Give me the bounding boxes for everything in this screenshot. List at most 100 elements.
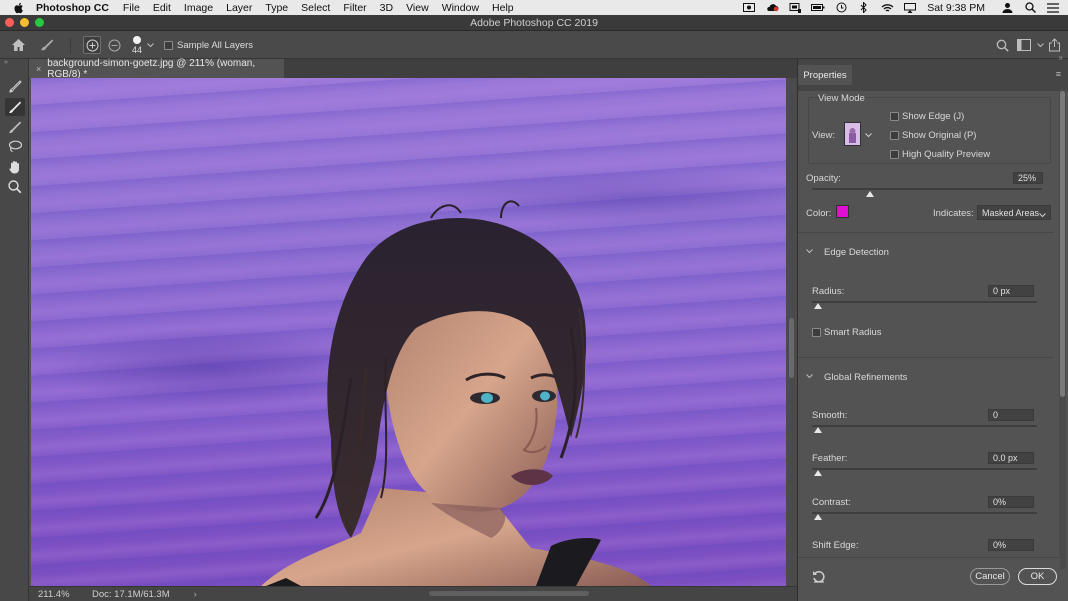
smooth-slider-handle[interactable] (814, 427, 822, 433)
time-machine-icon[interactable] (834, 2, 848, 13)
show-edge-checkbox[interactable] (890, 112, 899, 121)
menu-layer[interactable]: Layer (226, 2, 252, 14)
opacity-slider-handle[interactable] (865, 191, 874, 197)
canvas-scroll-thumb[interactable] (789, 318, 794, 378)
edge-detection-chevron-icon[interactable] (806, 247, 813, 256)
menu-help[interactable]: Help (492, 2, 514, 14)
overlay-color-swatch[interactable] (836, 205, 849, 218)
document-canvas[interactable] (31, 78, 786, 586)
screen-record-icon[interactable] (742, 2, 756, 13)
menu-edit[interactable]: Edit (153, 2, 171, 14)
menu-bar: Photoshop CC File Edit Image Layer Type … (0, 0, 1068, 15)
menu-app-name[interactable]: Photoshop CC (36, 2, 109, 14)
cancel-button[interactable]: Cancel (970, 568, 1010, 585)
zoom-tool-icon[interactable] (5, 178, 25, 196)
tab-properties[interactable]: Properties (798, 65, 852, 85)
creative-cloud-icon[interactable] (765, 2, 779, 13)
collapse-tools-icon[interactable]: » (4, 59, 8, 66)
shift-edge-value-field[interactable]: 0% (988, 539, 1034, 551)
document-tab[interactable]: × background-simon-goetz.jpg @ 211% (wom… (29, 58, 284, 80)
contrast-slider-track[interactable] (812, 512, 1037, 514)
smooth-slider-track[interactable] (812, 425, 1037, 427)
shift-edge-label: Shift Edge: (812, 540, 859, 551)
sample-all-layers-label: Sample All Layers (177, 39, 254, 51)
canvas-horizontal-scrollbar[interactable] (429, 591, 589, 596)
menu-filter[interactable]: Filter (343, 2, 366, 14)
smart-radius-label: Smart Radius (824, 327, 882, 338)
feather-value-field[interactable]: 0.0 px (988, 452, 1034, 464)
contrast-value-field[interactable]: 0% (988, 496, 1034, 508)
search-icon[interactable] (994, 37, 1010, 53)
view-mode-thumbnail[interactable] (844, 122, 861, 146)
workspace-chevron-down-icon[interactable] (1035, 40, 1045, 50)
radius-slider-handle[interactable] (814, 303, 822, 309)
menu-image[interactable]: Image (184, 2, 213, 14)
indicates-select[interactable]: Masked Areas (977, 205, 1051, 220)
feather-slider-track[interactable] (812, 468, 1037, 470)
opacity-value-field[interactable]: 25% (1013, 172, 1043, 184)
ok-button[interactable]: OK (1018, 568, 1057, 585)
brush-size-picker[interactable]: 44 (128, 34, 146, 57)
smart-radius-checkbox[interactable] (812, 328, 821, 337)
show-original-checkbox[interactable] (890, 131, 899, 140)
bluetooth-icon[interactable] (857, 2, 871, 13)
opacity-slider-track[interactable] (812, 188, 1042, 190)
workspace-switcher-icon[interactable] (1016, 37, 1032, 53)
quick-selection-tool-icon[interactable] (5, 78, 25, 96)
hand-tool-icon[interactable] (5, 158, 25, 176)
brush-size-chevron-down-icon[interactable] (145, 40, 155, 50)
share-icon[interactable] (1046, 36, 1063, 53)
spotlight-search-icon[interactable] (1023, 2, 1037, 13)
add-to-selection-icon[interactable] (83, 36, 101, 54)
canvas-vertical-scrollbar[interactable] (786, 78, 797, 586)
close-document-icon[interactable]: × (36, 64, 41, 74)
properties-scroll-thumb[interactable] (1060, 91, 1065, 397)
menu-select[interactable]: Select (301, 2, 330, 14)
global-refinements-heading[interactable]: Global Refinements (824, 372, 907, 383)
menu-3d[interactable]: 3D (380, 2, 393, 14)
high-quality-preview-checkbox[interactable] (890, 150, 899, 159)
indicates-select-value: Masked Areas (982, 207, 1040, 218)
menu-type[interactable]: Type (265, 2, 288, 14)
home-icon[interactable] (10, 37, 27, 53)
contrast-slider-handle[interactable] (814, 514, 822, 520)
menu-view[interactable]: View (406, 2, 429, 14)
properties-scrollbar[interactable] (1059, 89, 1066, 569)
color-label: Color: (806, 208, 832, 219)
smooth-value-field[interactable]: 0 (988, 409, 1034, 421)
subtract-from-selection-icon[interactable] (106, 37, 122, 53)
radius-label: Radius: (812, 286, 845, 297)
refine-edge-brush-preset-icon[interactable] (38, 37, 55, 53)
refine-edge-brush-tool-icon[interactable] (5, 98, 25, 116)
apple-icon[interactable] (12, 0, 26, 15)
high-quality-preview-label: High Quality Preview (902, 149, 991, 160)
status-menu-chevron-icon[interactable]: › (194, 589, 197, 600)
sample-all-layers-option[interactable]: Sample All Layers (164, 39, 253, 51)
battery-icon[interactable] (811, 2, 825, 13)
window-title-bar: Adobe Photoshop CC 2019 (0, 15, 1068, 31)
collapse-panel-icon[interactable]: » (1059, 53, 1063, 62)
global-refinements-chevron-icon[interactable] (806, 372, 813, 381)
wifi-icon[interactable] (880, 2, 894, 13)
feather-slider-handle[interactable] (814, 470, 822, 476)
keyboard-viewer-icon[interactable] (788, 2, 802, 13)
panel-menu-icon[interactable]: ≡ (1056, 69, 1061, 79)
menu-clock[interactable]: Sat 9:38 PM (927, 2, 985, 14)
menu-window[interactable]: Window (442, 2, 479, 14)
user-icon[interactable] (1000, 2, 1014, 13)
radius-value-field[interactable]: 0 px (988, 285, 1034, 297)
brush-size-value: 44 (131, 45, 142, 55)
airplay-icon[interactable] (903, 2, 917, 13)
sample-all-layers-checkbox[interactable] (164, 40, 173, 50)
edge-detection-heading[interactable]: Edge Detection (824, 247, 889, 258)
brush-tool-icon[interactable] (5, 118, 25, 136)
menu-file[interactable]: File (123, 2, 140, 14)
reset-icon[interactable] (812, 570, 826, 586)
lasso-tool-icon[interactable] (5, 138, 25, 156)
notification-center-icon[interactable] (1046, 2, 1060, 13)
view-mode-chevron-down-icon[interactable] (865, 130, 872, 141)
show-edge-label: Show Edge (J) (902, 111, 965, 122)
status-bar: 211.4% Doc: 17.1M/61.3M › (29, 586, 797, 601)
zoom-level[interactable]: 211.4% (38, 589, 86, 600)
radius-slider-track[interactable] (812, 301, 1037, 303)
